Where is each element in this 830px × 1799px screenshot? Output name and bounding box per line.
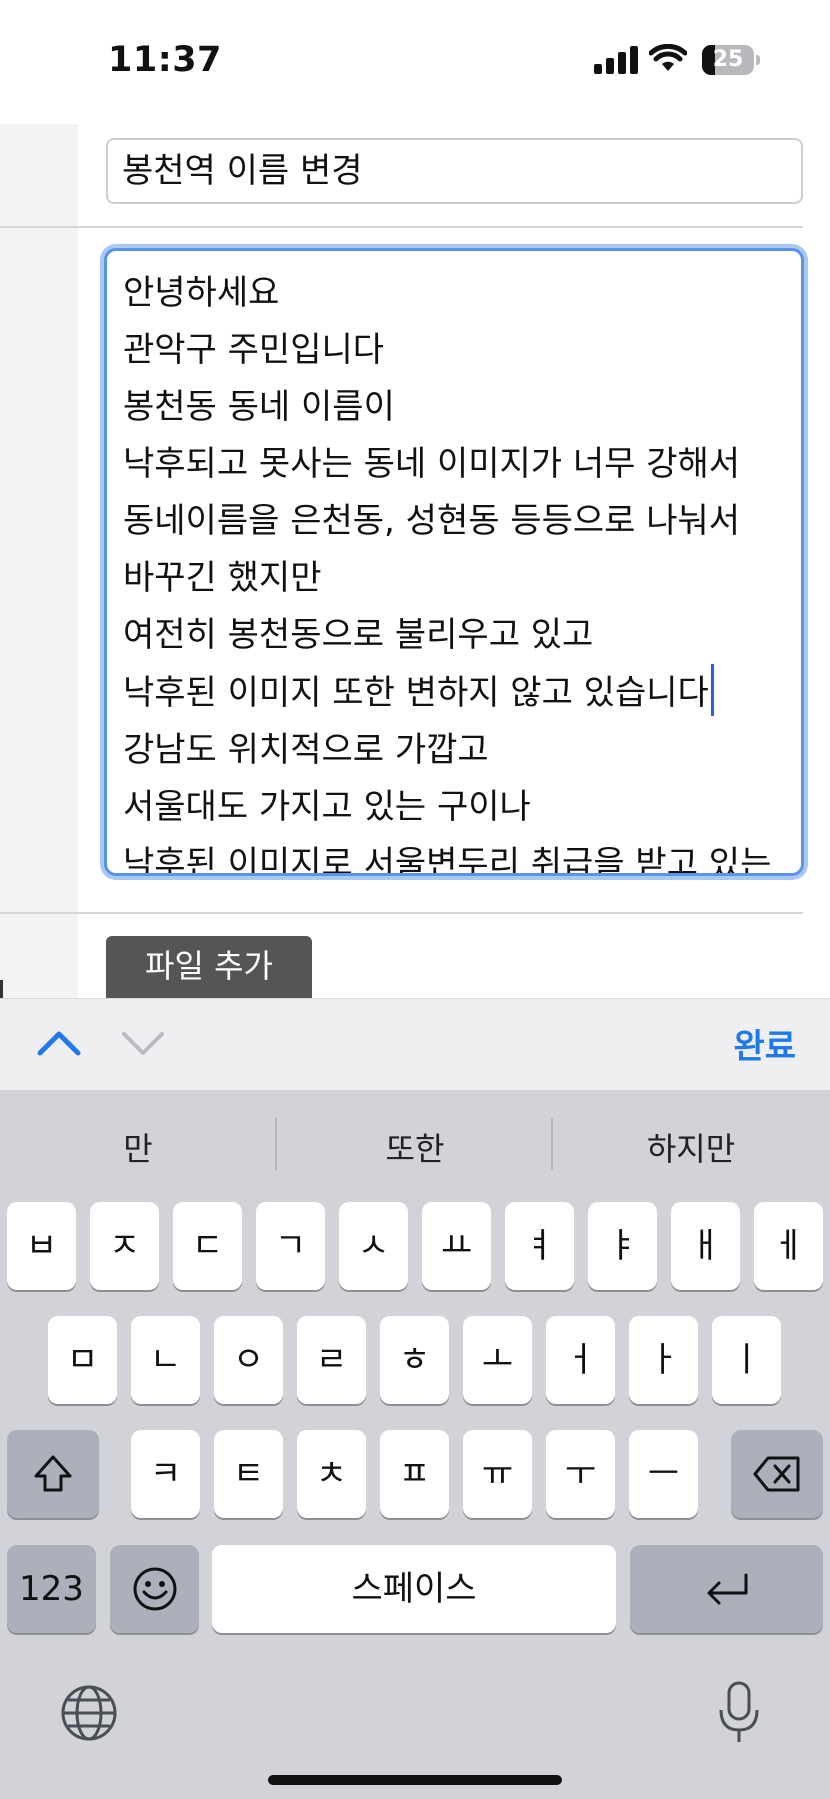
key[interactable]: ㅡ xyxy=(629,1430,698,1518)
screen: 11:37 25 봉천역 이름 변경 안녕하세요 관악구 주민입니다 봉천동 동… xyxy=(0,0,830,1799)
body-line: 여전히 봉천동으로 불리우고 있고 xyxy=(123,615,594,655)
shift-icon xyxy=(34,1455,72,1492)
key[interactable]: ㅣ xyxy=(712,1316,781,1404)
key[interactable]: ㅁ xyxy=(48,1316,117,1404)
backspace-key[interactable] xyxy=(731,1430,823,1518)
body-line: 낙후된 이미지로 서울변두리 취급을 받고 있는 xyxy=(123,844,772,876)
key[interactable]: ㄹ xyxy=(297,1316,366,1404)
key[interactable]: ㅍ xyxy=(380,1430,449,1518)
globe-icon[interactable] xyxy=(60,1684,118,1742)
key[interactable]: ㄷ xyxy=(173,1202,242,1290)
cellular-signal-icon xyxy=(594,46,638,74)
key[interactable]: ㅊ xyxy=(297,1430,366,1518)
chevron-down-icon[interactable] xyxy=(118,1023,168,1063)
body-line: 안녕하세요 xyxy=(123,273,280,313)
keyboard-accessory-bar: 완료 xyxy=(0,998,830,1090)
emoji-icon xyxy=(133,1567,176,1611)
key[interactable]: ㅌ xyxy=(214,1430,283,1518)
body-line: 강남도 위치적으로 가깝고 xyxy=(123,730,489,770)
key[interactable]: ㅗ xyxy=(463,1316,532,1404)
backspace-icon xyxy=(753,1456,800,1492)
divider xyxy=(0,226,803,228)
key[interactable]: ㅂ xyxy=(7,1202,76,1290)
key[interactable]: ㅕ xyxy=(505,1202,574,1290)
title-input[interactable]: 봉천역 이름 변경 xyxy=(106,138,803,204)
key[interactable]: ㅎ xyxy=(380,1316,449,1404)
space-key[interactable]: 스페이스 xyxy=(212,1545,616,1633)
return-key[interactable] xyxy=(630,1545,823,1633)
suggestion-2[interactable]: 또한 xyxy=(277,1124,553,1170)
key[interactable]: ㅑ xyxy=(588,1202,657,1290)
body-line: 서울대도 가지고 있는 구이나 xyxy=(123,787,531,827)
body-line-with-cursor: 낙후된 이미지 또한 변하지 않고 있습니다 xyxy=(123,664,789,722)
done-button[interactable]: 완료 xyxy=(733,1019,796,1068)
key[interactable]: ㄱ xyxy=(256,1202,325,1290)
key[interactable]: ㅜ xyxy=(546,1430,615,1518)
key[interactable]: ㅏ xyxy=(629,1316,698,1404)
battery-icon: 25 xyxy=(702,45,760,75)
wifi-icon xyxy=(649,44,687,71)
edge-mark xyxy=(0,980,3,998)
status-time: 11:37 xyxy=(108,40,222,80)
body-line-text: 낙후된 이미지 또한 변하지 않고 있습니다 xyxy=(123,673,709,713)
key[interactable]: ㅠ xyxy=(463,1430,532,1518)
body-line: 동네이름을 은천동, 성현동 등등으로 나눠서 xyxy=(123,501,741,541)
microphone-icon[interactable] xyxy=(716,1680,762,1746)
keyboard: 만 또한 하지만 ㅂ ㅈ ㄷ ㄱ ㅅ ㅛ ㅕ ㅑ ㅐ ㅔ ㅁ ㄴ ㅇ ㄹ ㅎ ㅗ… xyxy=(0,1090,830,1799)
battery-level: 25 xyxy=(712,47,744,72)
key[interactable]: ㅔ xyxy=(754,1202,823,1290)
body-line: 봉천동 동네 이름이 xyxy=(123,387,395,427)
chevron-up-icon[interactable] xyxy=(34,1023,84,1063)
key[interactable]: ㅐ xyxy=(671,1202,740,1290)
body-textarea[interactable]: 안녕하세요 관악구 주민입니다 봉천동 동네 이름이 낙후되고 못사는 동네 이… xyxy=(104,248,804,876)
key[interactable]: ㅅ xyxy=(339,1202,408,1290)
body-line: 낙후되고 못사는 동네 이미지가 너무 강해서 xyxy=(123,444,741,484)
add-file-button[interactable]: 파일 추가 xyxy=(106,936,312,1002)
key[interactable]: ㅇ xyxy=(214,1316,283,1404)
numbers-key[interactable]: 123 xyxy=(7,1545,96,1633)
suggestion-bar: 만 또한 하지만 xyxy=(0,1090,830,1196)
key[interactable]: ㅈ xyxy=(90,1202,159,1290)
return-icon xyxy=(707,1573,747,1605)
key[interactable]: ㅋ xyxy=(131,1430,200,1518)
suggestion-1[interactable]: 만 xyxy=(0,1124,276,1170)
left-gutter xyxy=(0,124,78,1000)
key[interactable]: ㅓ xyxy=(546,1316,615,1404)
text-cursor xyxy=(710,664,714,716)
body-line: 바꾸긴 했지만 xyxy=(123,558,322,598)
divider xyxy=(0,912,803,914)
suggestion-3[interactable]: 하지만 xyxy=(553,1124,829,1170)
key[interactable]: ㅛ xyxy=(422,1202,491,1290)
emoji-key[interactable] xyxy=(110,1545,199,1633)
body-line: 관악구 주민입니다 xyxy=(123,330,385,370)
key[interactable]: ㄴ xyxy=(131,1316,200,1404)
shift-key[interactable] xyxy=(7,1430,99,1518)
home-indicator xyxy=(268,1775,562,1785)
